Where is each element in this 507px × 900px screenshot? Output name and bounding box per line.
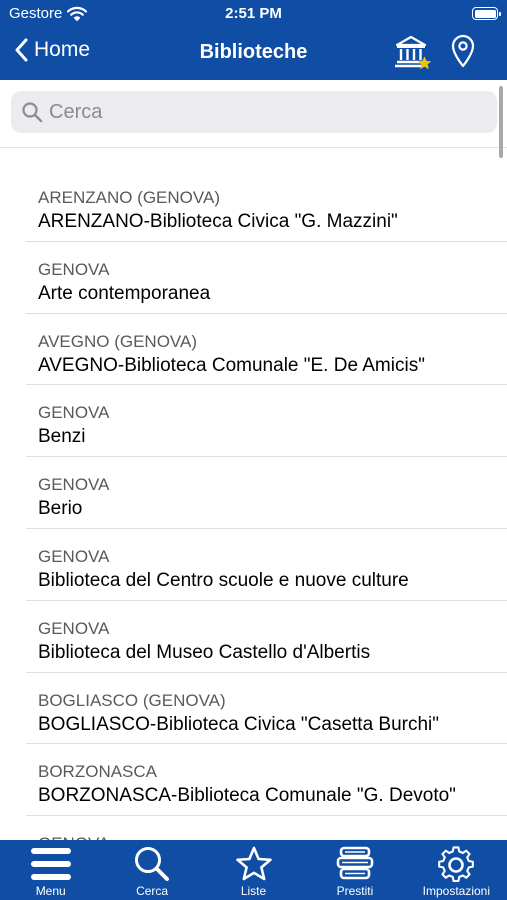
library-name: BORZONASCA-Biblioteca Comunale "G. Devot… [38, 785, 456, 807]
tab-menu[interactable]: Menu [0, 840, 101, 900]
search-icon [22, 102, 43, 123]
library-row[interactable]: ARENZANO (GENOVA) ARENZANO-Biblioteca Civ… [0, 170, 507, 242]
status-bar: Gestore 2:51 PM [0, 0, 507, 28]
battery-icon [472, 7, 501, 20]
library-row[interactable]: GENOVA Berio [0, 457, 507, 529]
tab-loans[interactable]: Prestiti [304, 840, 405, 900]
tab-settings-label: Impostazioni [422, 884, 491, 898]
tab-search-label: Cerca [136, 884, 169, 898]
favorite-libraries-button[interactable] [394, 34, 432, 70]
map-location-button[interactable] [450, 34, 476, 68]
tab-search[interactable]: Cerca [101, 840, 202, 900]
library-city: BOGLIASCO (GENOVA) [38, 690, 226, 710]
library-row[interactable]: GENOVA Biblioteca del Centro scuole e nuo… [0, 529, 507, 601]
library-row[interactable]: GENOVA Arte contemporanea [0, 242, 507, 314]
library-city: GENOVA [38, 546, 110, 566]
library-row[interactable]: BOGLIASCO (GENOVA) BOGLIASCO-Biblioteca C… [0, 673, 507, 745]
library-city: GENOVA [38, 403, 110, 423]
status-time: 2:51 PM [225, 5, 282, 22]
library-star-icon [395, 35, 431, 69]
library-city: AVEGNO (GENOVA) [38, 331, 198, 351]
library-city: GENOVA [38, 618, 110, 638]
search-bar[interactable] [11, 91, 497, 133]
tab-loans-label: Prestiti [336, 884, 374, 898]
library-city: BORZONASCA [38, 762, 158, 782]
library-row[interactable]: GENOVA Biblioteca del Museo Castello d'Al… [0, 601, 507, 673]
tab-bar: Menu Cerca Liste Prestiti Impostazioni [0, 840, 507, 900]
library-list: ARENZANO (GENOVA) ARENZANO-Biblioteca Civ… [0, 170, 507, 840]
library-row[interactable]: GENOVA [0, 816, 507, 840]
library-name: BOGLIASCO-Biblioteca Civica "Casetta Bur… [38, 713, 440, 735]
search-icon [135, 847, 170, 881]
library-row[interactable]: AVEGNO (GENOVA) AVEGNO-Biblioteca Comunal… [0, 314, 507, 386]
tab-menu-label: Menu [35, 884, 66, 898]
library-row[interactable]: GENOVA Benzi [0, 385, 507, 457]
search-area [0, 80, 507, 148]
library-city: GENOVA [38, 475, 110, 495]
library-city: ARENZANO (GENOVA) [38, 188, 220, 207]
tab-lists-label: Liste [240, 884, 267, 898]
library-name: Berio [38, 498, 83, 520]
top-bar: Gestore 2:51 PM Home Biblioteche [0, 0, 507, 80]
books-icon [336, 846, 374, 880]
library-name: Biblioteca del Centro scuole e nuove cul… [38, 569, 409, 591]
search-input[interactable] [49, 100, 469, 124]
tab-lists[interactable]: Liste [203, 840, 304, 900]
library-city: GENOVA [38, 259, 110, 279]
library-row[interactable]: BORZONASCA BORZONASCA-Biblioteca Comunale… [0, 744, 507, 816]
location-pin-icon [451, 34, 475, 68]
library-name: Benzi [38, 426, 86, 448]
gear-icon [438, 846, 475, 883]
scroll-indicator[interactable] [499, 86, 503, 158]
tab-settings[interactable]: Impostazioni [406, 840, 507, 900]
library-name: ARENZANO-Biblioteca Civica "G. Mazzini" [38, 211, 398, 232]
library-name: Arte contemporanea [38, 282, 211, 304]
library-name: Biblioteca del Museo Castello d'Albertis [38, 641, 371, 663]
menu-icon [30, 848, 71, 880]
navigation-bar: Home Biblioteche [0, 30, 507, 76]
star-icon [235, 846, 272, 881]
library-name: AVEGNO-Biblioteca Comunale "E. De Amicis… [38, 354, 425, 376]
